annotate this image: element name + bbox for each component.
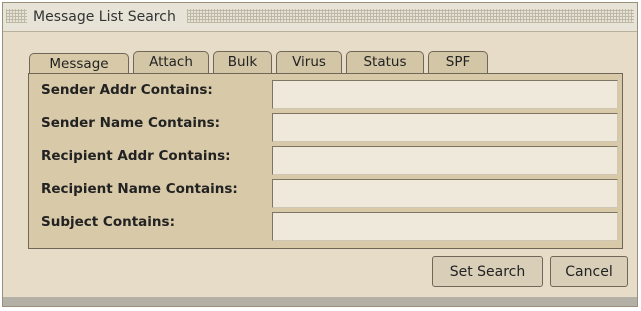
drag-grip-icon: [6, 9, 27, 23]
subject-input[interactable]: [272, 212, 618, 241]
form-row: Recipient Name Contains:: [29, 173, 622, 208]
title-bar[interactable]: Message List Search: [3, 3, 637, 32]
tab-bulk[interactable]: Bulk: [213, 51, 272, 73]
recipient-name-label: Recipient Name Contains:: [41, 181, 238, 197]
tab-status[interactable]: Status: [346, 51, 424, 73]
recipient-name-input[interactable]: [272, 179, 618, 208]
recipient-addr-input[interactable]: [272, 146, 618, 175]
sender-addr-label: Sender Addr Contains:: [41, 82, 213, 98]
form-row: Sender Name Contains:: [29, 107, 622, 142]
tab-attach[interactable]: Attach: [133, 51, 209, 73]
dialog-title: Message List Search: [33, 9, 176, 25]
dialog-bottom-edge: [3, 297, 637, 306]
sender-addr-input[interactable]: [272, 80, 618, 109]
form-row: Recipient Addr Contains:: [29, 140, 622, 175]
recipient-addr-label: Recipient Addr Contains:: [41, 148, 231, 164]
message-tab-panel: Sender Addr Contains: Sender Name Contai…: [28, 73, 623, 249]
cancel-button[interactable]: Cancel: [550, 256, 628, 287]
tab-spf[interactable]: SPF: [428, 51, 488, 73]
message-list-search-dialog: Message List Search Message Attach Bulk …: [2, 2, 638, 307]
sender-name-label: Sender Name Contains:: [41, 115, 221, 131]
form-row: Subject Contains:: [29, 206, 622, 241]
set-search-button[interactable]: Set Search: [432, 256, 543, 287]
sender-name-input[interactable]: [272, 113, 618, 142]
form-row: Sender Addr Contains:: [29, 74, 622, 109]
tab-virus[interactable]: Virus: [276, 51, 342, 73]
subject-label: Subject Contains:: [41, 214, 175, 230]
tab-message[interactable]: Message: [29, 53, 129, 75]
drag-grip-icon: [187, 9, 634, 23]
